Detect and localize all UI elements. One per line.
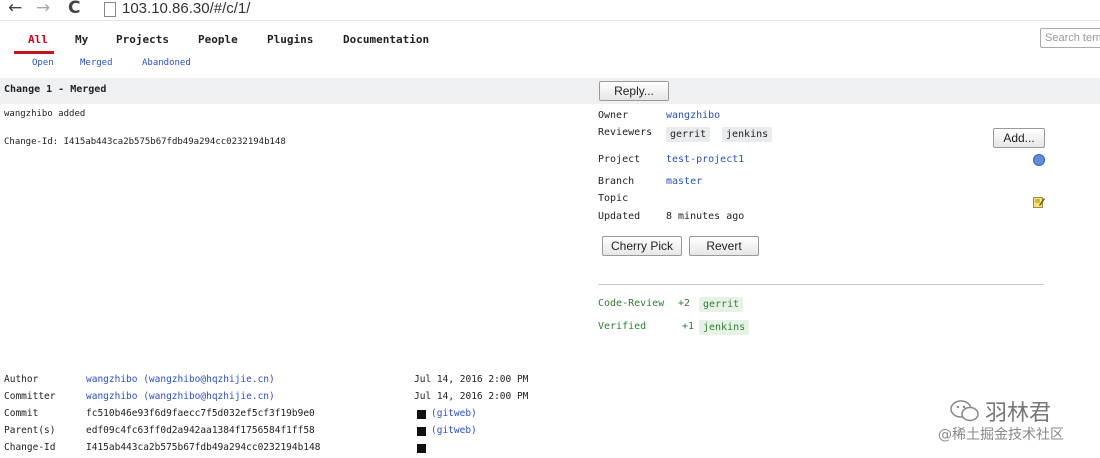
- author-date: Jul 14, 2016 2:00 PM: [414, 374, 529, 385]
- address-bar[interactable]: 103.10.86.30/#/c/1/: [122, 0, 250, 17]
- updated-label: Updated: [598, 211, 641, 222]
- reload-icon[interactable]: C: [68, 0, 80, 18]
- parents-label: Parent(s): [4, 425, 56, 436]
- commit-message-changeid: Change-Id: I415ab443ca2b575b67fdb49a294c…: [4, 137, 286, 147]
- branch-label: Branch: [598, 176, 635, 187]
- revert-button[interactable]: Revert: [689, 236, 759, 256]
- code-review-label: Code-Review: [598, 298, 665, 309]
- wechat-icon: [950, 400, 980, 426]
- commit-message-subject: wangzhibo added: [4, 109, 86, 119]
- committer-date: Jul 14, 2016 2:00 PM: [414, 391, 529, 402]
- verified-user-chip[interactable]: jenkins: [699, 320, 750, 335]
- code-review-user-chip[interactable]: gerrit: [699, 297, 744, 312]
- author-label: Author: [4, 374, 39, 385]
- copy-icon[interactable]: [417, 444, 426, 453]
- menu-my[interactable]: My: [75, 33, 88, 46]
- reviewer-chip[interactable]: gerrit: [666, 127, 711, 142]
- menu-documentation[interactable]: Documentation: [343, 33, 429, 46]
- project-link[interactable]: test-project1: [666, 154, 744, 165]
- commit-gitweb-link[interactable]: (gitweb): [431, 408, 477, 419]
- project-label: Project: [598, 154, 641, 165]
- verified-score: +1: [682, 321, 695, 332]
- change-header-bar: [0, 78, 1100, 104]
- copy-icon[interactable]: [417, 410, 426, 419]
- add-reviewer-button[interactable]: Add...: [993, 128, 1045, 148]
- changeid-value: I415ab443ca2b575b67fdb49a294cc0232194b14…: [86, 442, 321, 453]
- cherry-pick-button[interactable]: Cherry Pick: [602, 236, 682, 256]
- committer-link[interactable]: wangzhibo (wangzhibo@hqzhijie.cn): [86, 391, 275, 402]
- commit-hash: fc510b46e93f6d9faecc7f5d032ef5cf3f19b9e0: [86, 408, 315, 419]
- active-tab-underline: [14, 51, 54, 54]
- menu-all[interactable]: All: [28, 33, 48, 46]
- code-review-score: +2: [678, 298, 691, 309]
- commit-label: Commit: [4, 408, 39, 419]
- divider: [598, 284, 1044, 285]
- watermark-site: @稀土掘金技术社区: [938, 427, 1064, 443]
- owner-link[interactable]: wangzhibo: [666, 110, 720, 121]
- back-icon[interactable]: ←: [8, 0, 22, 18]
- search-input[interactable]: Search term: [1040, 28, 1100, 48]
- reviewers-label: Reviewers: [598, 127, 653, 138]
- submenu-open[interactable]: Open: [32, 58, 54, 68]
- branch-link[interactable]: master: [666, 176, 702, 187]
- watermark-name: 羽林君: [985, 401, 1052, 426]
- reviewer-chip[interactable]: jenkins: [722, 127, 773, 142]
- change-title: Change 1 - Merged: [4, 84, 107, 95]
- owner-label: Owner: [598, 110, 629, 121]
- parent-gitweb-link[interactable]: (gitweb): [431, 425, 477, 436]
- topic-label: Topic: [598, 193, 629, 204]
- changeid-label: Change-Id: [4, 442, 56, 453]
- browser-toolbar: ← → C 103.10.86.30/#/c/1/: [0, 0, 1100, 21]
- edit-pencil-icon[interactable]: [1033, 193, 1045, 208]
- submenu-merged[interactable]: Merged: [80, 58, 113, 68]
- menu-plugins[interactable]: Plugins: [267, 33, 313, 46]
- verified-label: Verified: [598, 321, 647, 332]
- menu-people[interactable]: People: [198, 33, 238, 46]
- page-icon: [104, 2, 116, 17]
- copy-icon[interactable]: [417, 427, 426, 436]
- submenu-abandoned[interactable]: Abandoned: [142, 58, 191, 68]
- forward-icon[interactable]: →: [36, 0, 50, 18]
- blue-circle-icon[interactable]: [1033, 154, 1045, 166]
- author-link[interactable]: wangzhibo (wangzhibo@hqzhijie.cn): [86, 374, 275, 385]
- parent-hash: edf09c4fc63ff0d2a942aa1384f1756584f1ff58: [86, 425, 315, 436]
- updated-value: 8 minutes ago: [666, 211, 745, 222]
- reply-button[interactable]: Reply...: [599, 81, 669, 101]
- committer-label: Committer: [4, 391, 56, 402]
- menu-projects[interactable]: Projects: [116, 33, 169, 46]
